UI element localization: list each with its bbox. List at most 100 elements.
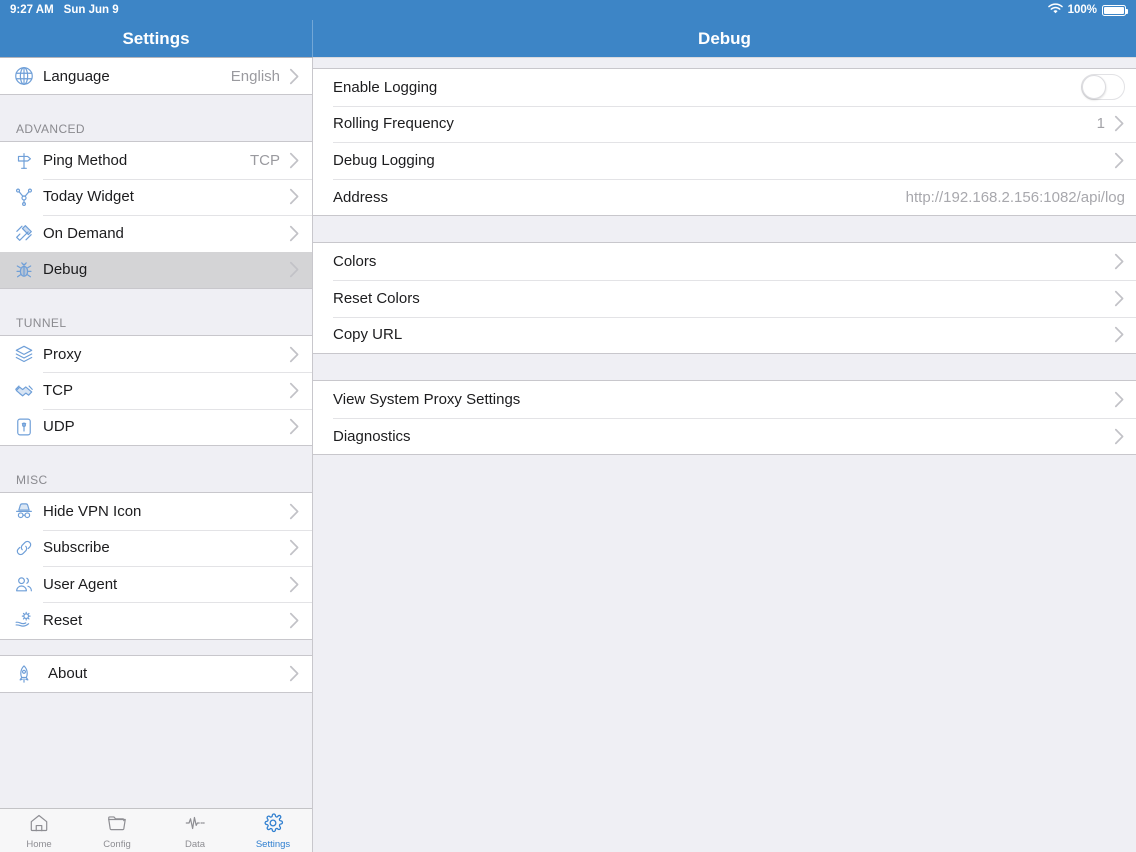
tab-label: Home	[26, 838, 52, 850]
detail-row-label: Diagnostics	[333, 427, 411, 445]
chevron-right-icon	[289, 419, 299, 435]
handshake-icon	[11, 378, 37, 404]
tab-label: Config	[103, 838, 131, 850]
detail-row-label: Debug Logging	[333, 151, 435, 169]
tab-label: Data	[184, 838, 206, 850]
sidebar-group: Proxy TCP UDP	[0, 334, 312, 447]
enable-logging-toggle[interactable]	[1081, 74, 1125, 101]
sidebar-item-label: On Demand	[43, 224, 124, 242]
status-bar: 9:27 AM Sun Jun 9 100%	[0, 0, 1136, 20]
detail-row-value: 1	[1096, 115, 1105, 133]
chevron-right-icon	[1114, 391, 1124, 408]
sidebar: Language English ADVANCED Ping Method TCP Tod…	[0, 57, 313, 852]
sidebar-item-label: Today Widget	[43, 188, 134, 206]
detail-row-enable-logging[interactable]: Enable Logging	[313, 69, 1136, 106]
sidebar-group: Ping Method TCP Today Widget On Demand Debug	[0, 141, 312, 289]
network-node-icon	[11, 184, 37, 210]
users-icon	[11, 571, 37, 597]
detail-row-rolling-frequency[interactable]: Rolling Frequency 1	[313, 105, 1136, 143]
detail-row-debug-logging[interactable]: Debug Logging	[313, 142, 1136, 179]
detail-row-address[interactable]: Address http://192.168.2.156:1082/api/log	[313, 178, 1136, 216]
detail-row-label: Address	[333, 188, 389, 206]
toggle-knob	[1082, 75, 1106, 100]
folder-icon	[106, 812, 128, 839]
sidebar-item-today-widget[interactable]: Today Widget	[0, 178, 312, 216]
detail-row-copy-url[interactable]: Copy URL	[313, 316, 1136, 354]
sidebar-item-label: Reset	[43, 611, 83, 629]
status-bar-left: 9:27 AM Sun Jun 9	[10, 4, 119, 16]
chevron-right-icon	[289, 576, 299, 592]
tab-config[interactable]: Config	[78, 809, 156, 852]
detail-row-label: Enable Logging	[333, 78, 438, 96]
layers-icon	[11, 341, 37, 367]
detail-group: Enable Logging Rolling Frequency 1 Debug Lo…	[313, 68, 1136, 217]
chevron-right-icon	[289, 189, 299, 205]
sidebar-item-hide-vpn-icon[interactable]: Hide VPN Icon	[0, 493, 312, 530]
sidebar-item-ping-method[interactable]: Ping Method TCP	[0, 142, 312, 179]
detail-group-gap	[313, 216, 1136, 242]
status-bar-right: 100%	[1047, 3, 1129, 17]
battery-icon	[1102, 4, 1129, 16]
antenna-icon	[11, 414, 37, 440]
sidebar-item-tcp[interactable]: TCP	[0, 372, 312, 409]
detail-row-colors[interactable]: Colors	[313, 243, 1136, 280]
sidebar-item-user-agent[interactable]: User Agent	[0, 565, 312, 603]
link-icon	[11, 535, 37, 561]
sidebar-group-gap	[0, 446, 312, 469]
hand-gear-icon	[11, 607, 37, 633]
sidebar-item-subscribe[interactable]: Subscribe	[0, 529, 312, 566]
sidebar-item-about[interactable]: About	[0, 655, 312, 693]
app-root: 9:27 AM Sun Jun 9 100% Settings Debug La…	[0, 0, 1136, 852]
tab-settings[interactable]: Settings	[234, 809, 312, 852]
sidebar-scroll-area[interactable]: Language English ADVANCED Ping Method TCP Tod…	[0, 57, 312, 808]
sidebar-item-label: Subscribe	[43, 539, 110, 557]
detail-row-label: Copy URL	[333, 326, 403, 344]
chevron-right-icon	[289, 152, 299, 169]
chevron-right-icon	[289, 225, 299, 242]
chevron-right-icon	[289, 612, 299, 629]
chevron-right-icon	[289, 346, 299, 362]
sidebar-item-on-demand[interactable]: On Demand	[0, 215, 312, 252]
chevron-right-icon	[289, 382, 299, 399]
waveform-icon	[184, 812, 206, 839]
sidebar-item-value: TCP	[250, 152, 280, 170]
detail-title: Debug	[698, 28, 751, 48]
gear-icon	[262, 812, 284, 839]
sidebar-group: About	[0, 654, 312, 694]
chevron-right-icon	[1114, 253, 1124, 270]
sidebar-item-label: Ping Method	[43, 152, 128, 170]
detail-row-value: http://192.168.2.156:1082/api/log	[905, 188, 1125, 206]
chevron-right-icon	[289, 503, 299, 520]
detail-row-view-system-proxy-settings[interactable]: View System Proxy Settings	[313, 381, 1136, 418]
sidebar-item-label: UDP	[43, 418, 75, 436]
sidebar-item-proxy[interactable]: Proxy	[0, 335, 312, 373]
chevron-right-icon	[1114, 290, 1124, 307]
status-time: 9:27 AM	[10, 4, 54, 16]
chevron-right-icon	[1114, 428, 1124, 444]
detail-row-reset-colors[interactable]: Reset Colors	[313, 279, 1136, 317]
status-date: Sun Jun 9	[63, 4, 119, 16]
sidebar-item-udp[interactable]: UDP	[0, 408, 312, 446]
sidebar-item-language[interactable]: Language English	[0, 58, 312, 95]
sidebar-item-debug[interactable]: Debug	[0, 251, 312, 288]
sidebar-item-label: Hide VPN Icon	[43, 502, 142, 520]
detail-row-label: Rolling Frequency	[333, 115, 454, 133]
wifi-icon	[1047, 3, 1063, 17]
tab-data[interactable]: Data	[156, 809, 234, 852]
sidebar-group-gap	[0, 288, 312, 311]
globe-icon	[11, 63, 37, 89]
detail-group-gap	[313, 354, 1136, 380]
chevron-right-icon	[289, 68, 299, 84]
sidebar-item-label: Debug	[43, 261, 88, 279]
sidebar-item-reset[interactable]: Reset	[0, 602, 312, 639]
chevron-right-icon	[1114, 116, 1124, 132]
tab-home[interactable]: Home	[0, 809, 78, 852]
detail-row-diagnostics[interactable]: Diagnostics	[313, 417, 1136, 455]
tab-bar: Home Config Data Settings	[0, 808, 312, 852]
detail-row-label: View System Proxy Settings	[333, 390, 521, 408]
chevron-right-icon	[289, 262, 299, 278]
split-view: Language English ADVANCED Ping Method TCP Tod…	[0, 57, 1136, 852]
chevron-right-icon	[1114, 327, 1124, 343]
chevron-right-icon	[289, 666, 299, 682]
sidebar-section-header: TUNNEL	[0, 310, 312, 335]
